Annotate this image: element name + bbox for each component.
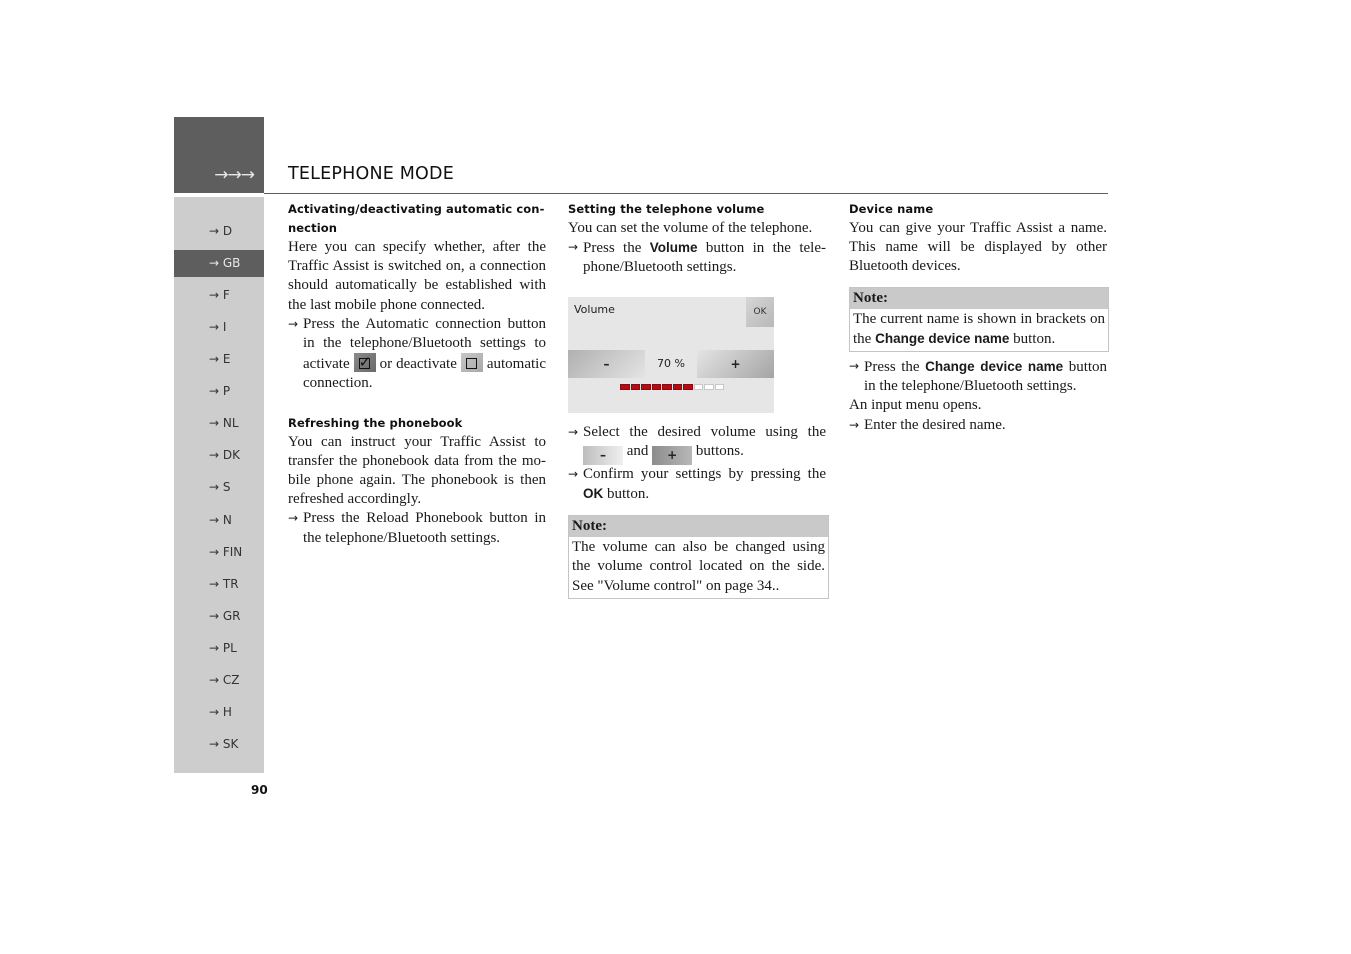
volume-segment-filled <box>620 383 630 390</box>
volume-segment-filled <box>672 383 682 390</box>
instruction-step: → Press the Reload Phonebook button in t… <box>288 510 546 546</box>
note-body: The current name is shown in brackets on… <box>853 310 1105 347</box>
section-body: You can set the volume of the telephone. <box>568 220 813 236</box>
sidebar-language-tab[interactable]: → S <box>174 474 264 501</box>
checkbox-checked-icon: ✓ <box>353 353 376 373</box>
volume-up-button[interactable]: + <box>697 349 774 378</box>
arrow-icon: → <box>568 240 579 255</box>
sidebar-language-tab[interactable]: → GB <box>174 250 264 278</box>
sidebar-language-tab[interactable]: → PL <box>174 635 264 662</box>
plus-button-icon: + <box>652 445 693 465</box>
instruction-step: → Press the Change device name button in… <box>849 359 1108 395</box>
checkbox-unchecked-icon <box>460 353 483 373</box>
sidebar-language-tab[interactable]: → H <box>174 699 264 726</box>
sidebar-language-tab[interactable]: → E <box>174 346 264 373</box>
page-title: TELEPHONE MODE <box>288 164 454 184</box>
section-heading-device-name: Device name <box>849 202 934 216</box>
sidebar-language-tab[interactable]: → F <box>174 282 264 309</box>
arrow-icon: → <box>288 316 299 331</box>
note-body: The volume can also be changed using the… <box>572 539 825 594</box>
sidebar-language-tab[interactable]: → D <box>174 218 264 245</box>
note-heading: Note: <box>850 287 1108 309</box>
sidebar-language-tab[interactable]: → DK <box>174 442 264 469</box>
arrow-icon: → <box>288 511 299 526</box>
sidebar-language-tab[interactable]: → GR <box>174 603 264 630</box>
column-2: Setting the telephone volume You can set… <box>568 200 829 599</box>
volume-segment-filled <box>641 383 651 390</box>
arrow-icon: → <box>849 417 860 432</box>
sidebar-language-tab[interactable]: → I <box>174 314 264 341</box>
sidebar-language-tab[interactable]: → NL <box>174 410 264 437</box>
instruction-step: → Enter the desired name. <box>849 416 1107 435</box>
screen-title: Volume <box>574 302 615 316</box>
chapter-arrows-icon: →→→ <box>214 165 255 185</box>
volume-segment-filled <box>662 383 672 390</box>
instruction-step: → Confirm your settings by pressing the … <box>568 465 826 503</box>
section-heading-auto-connection: Activating/deactivating automatic con-ne… <box>288 202 545 235</box>
sidebar-language-tab[interactable]: → N <box>174 507 264 534</box>
language-sidebar: → D → GB → F → I → E → P → NL → DK → S → N → FIN → … <box>174 197 264 773</box>
sidebar-language-tab[interactable]: → P <box>174 378 264 405</box>
volume-segment-filled <box>683 383 693 390</box>
sidebar-language-tab[interactable]: → CZ <box>174 667 264 694</box>
info-text: An input menu opens. <box>849 397 982 414</box>
note-box: Note: The volume can also be changed usi… <box>568 515 829 599</box>
volume-down-button[interactable]: – <box>568 349 645 378</box>
page-number: 90 <box>251 783 268 797</box>
instruction-step: → Press the Automatic connection button … <box>288 315 547 392</box>
volume-segment-empty <box>693 383 703 390</box>
title-divider <box>264 193 1108 194</box>
column-3: Device name You can give your Traffic As… <box>849 200 1109 435</box>
sidebar-language-tab[interactable]: → SK <box>174 731 264 758</box>
sidebar-language-tab[interactable]: → FIN <box>174 539 264 566</box>
sidebar-language-tab[interactable]: → TR <box>174 571 264 598</box>
section-body: Here you can specify whether, after the … <box>288 239 546 313</box>
instruction-step: → Select the desired volume using the – … <box>568 423 826 465</box>
arrow-icon: → <box>568 466 579 481</box>
section-heading-volume: Setting the telephone volume <box>568 202 765 216</box>
note-heading: Note: <box>569 516 828 538</box>
arrow-icon: → <box>849 359 860 374</box>
volume-segment-filled <box>651 383 661 390</box>
section-body: You can give your Traffic Assist a name.… <box>849 220 1107 275</box>
instruction-step: → Press the Volume button in the tele-ph… <box>568 240 826 276</box>
column-1: Activating/deactivating automatic con-ne… <box>288 200 546 548</box>
volume-segment-empty <box>704 383 714 390</box>
volume-value: 70 % <box>657 356 685 370</box>
note-box: Note: The current name is shown in brack… <box>849 286 1109 353</box>
volume-segment-empty <box>714 383 724 390</box>
volume-screen-illustration: Volume OK – 70 % + <box>568 296 774 413</box>
section-heading-phonebook: Refreshing the phonebook <box>288 415 463 430</box>
minus-button-icon: – <box>583 445 623 465</box>
ok-button[interactable]: OK <box>746 296 774 327</box>
arrow-icon: → <box>568 424 579 439</box>
section-body: You can instruct your Traffic Assist to … <box>288 433 546 508</box>
chapter-header-block: →→→ <box>174 117 264 193</box>
volume-level-bar[interactable] <box>620 383 724 390</box>
volume-segment-filled <box>630 383 640 390</box>
